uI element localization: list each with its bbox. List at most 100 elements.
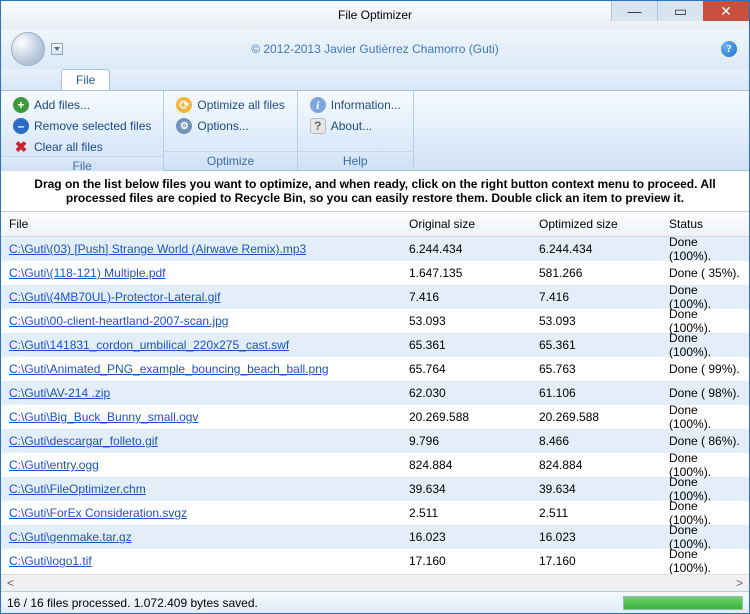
- quick-access-toolbar: © 2012-2013 Javier Gutiérrez Chamorro (G…: [1, 29, 749, 69]
- table-header[interactable]: File Original size Optimized size Status: [1, 212, 749, 237]
- file-link[interactable]: C:\Guti\genmake.tar.gz: [9, 530, 132, 544]
- file-link[interactable]: C:\Guti\(4MB70UL)-Protector-Lateral.gif: [9, 290, 220, 304]
- information-button[interactable]: iInformation...: [306, 96, 405, 114]
- cell-original: 65.361: [401, 338, 531, 352]
- table-row[interactable]: C:\Guti\141831_cordon_umbilical_220x275_…: [1, 333, 749, 357]
- table-row[interactable]: C:\Guti\entry.ogg824.884824.884Done (100…: [1, 453, 749, 477]
- file-link[interactable]: C:\Guti\descargar_folleto.gif: [9, 434, 158, 448]
- ribbon-group-file: +Add files... –Remove selected files ✖Cl…: [1, 91, 164, 170]
- col-status[interactable]: Status: [661, 217, 749, 231]
- file-link[interactable]: C:\Guti\141831_cordon_umbilical_220x275_…: [9, 338, 289, 352]
- cell-original: 53.093: [401, 314, 531, 328]
- cell-optimized: 53.093: [531, 314, 661, 328]
- file-table: File Original size Optimized size Status…: [1, 212, 749, 574]
- clear-all-button[interactable]: ✖Clear all files: [9, 138, 155, 156]
- cell-optimized: 65.763: [531, 362, 661, 376]
- x-icon: ✖: [13, 139, 29, 155]
- info-icon: i: [310, 97, 326, 113]
- gear-icon: ⚙: [176, 118, 192, 134]
- col-original-size[interactable]: Original size: [401, 217, 531, 231]
- table-row[interactable]: C:\Guti\AV-214 .zip62.03061.106Done ( 98…: [1, 381, 749, 405]
- maximize-button[interactable]: ▭: [657, 1, 703, 21]
- file-link[interactable]: C:\Guti\ForEx Consideration.svgz: [9, 506, 187, 520]
- table-row[interactable]: C:\Guti\descargar_folleto.gif 9.7968.466D…: [1, 429, 749, 453]
- titlebar[interactable]: File Optimizer — ▭ ✕: [1, 1, 749, 29]
- about-button[interactable]: ?About...: [306, 117, 405, 135]
- table-row[interactable]: C:\Guti\ForEx Consideration.svgz 2.5112.5…: [1, 501, 749, 525]
- cell-status: Done ( 98%).: [661, 386, 749, 400]
- cell-optimized: 61.106: [531, 386, 661, 400]
- cell-optimized: 65.361: [531, 338, 661, 352]
- app-orb-button[interactable]: [11, 32, 45, 66]
- group-label-optimize: Optimize: [164, 151, 296, 170]
- file-link[interactable]: C:\Guti\logo1.tif: [9, 554, 92, 568]
- file-link[interactable]: C:\Guti\(03) [Push] Strange World (Airwa…: [9, 242, 306, 256]
- file-link[interactable]: C:\Guti\Animated_PNG_example_bouncing_be…: [9, 362, 329, 376]
- progress-bar: [623, 596, 743, 610]
- table-row[interactable]: C:\Guti\00-client-heartland-2007-scan.jp…: [1, 309, 749, 333]
- cell-optimized: 17.160: [531, 554, 661, 568]
- ribbon-group-help: iInformation... ?About... Help: [298, 91, 414, 170]
- ribbon-group-optimize: ⟳Optimize all files ⚙Options... Optimize: [164, 91, 297, 170]
- cell-original: 6.244.434: [401, 242, 531, 256]
- plus-icon: +: [13, 97, 29, 113]
- table-row[interactable]: C:\Guti\Animated_PNG_example_bouncing_be…: [1, 357, 749, 381]
- table-row[interactable]: C:\Guti\FileOptimizer.chm39.63439.634Don…: [1, 477, 749, 501]
- horizontal-scrollbar[interactable]: < >: [1, 574, 749, 591]
- cell-status: Done ( 99%).: [661, 362, 749, 376]
- tab-file[interactable]: File: [61, 69, 110, 90]
- cell-optimized: 581.266: [531, 266, 661, 280]
- cell-original: 20.269.588: [401, 410, 531, 424]
- cell-optimized: 6.244.434: [531, 242, 661, 256]
- cell-optimized: 39.634: [531, 482, 661, 496]
- cell-original: 9.796: [401, 434, 531, 448]
- cell-original: 65.764: [401, 362, 531, 376]
- cell-status: Done (100%).: [661, 331, 749, 359]
- minus-icon: –: [13, 118, 29, 134]
- about-icon: ?: [310, 118, 326, 134]
- help-icon[interactable]: ?: [721, 41, 737, 57]
- cell-original: 39.634: [401, 482, 531, 496]
- scroll-left-icon[interactable]: <: [3, 576, 18, 591]
- cell-status: Done ( 86%).: [661, 434, 749, 448]
- cell-optimized: 20.269.588: [531, 410, 661, 424]
- table-row[interactable]: C:\Guti\Big_Buck_Bunny_small.ogv 20.269.5…: [1, 405, 749, 429]
- table-row[interactable]: C:\Guti\(118-121) Multiple.pdf 1.647.1355…: [1, 261, 749, 285]
- table-row[interactable]: C:\Guti\logo1.tif17.16017.160Done (100%)…: [1, 549, 749, 573]
- group-label-help: Help: [298, 151, 413, 170]
- cell-original: 824.884: [401, 458, 531, 472]
- cell-original: 1.647.135: [401, 266, 531, 280]
- quick-access-dropdown[interactable]: [51, 43, 63, 55]
- ribbon-tabs: File: [1, 69, 749, 91]
- col-optimized-size[interactable]: Optimized size: [531, 217, 661, 231]
- cell-status: Done ( 35%).: [661, 266, 749, 280]
- ribbon: +Add files... –Remove selected files ✖Cl…: [1, 91, 749, 171]
- file-link[interactable]: C:\Guti\AV-214 .zip: [9, 386, 110, 400]
- copyright-text: © 2012-2013 Javier Gutiérrez Chamorro (G…: [251, 42, 499, 56]
- file-link[interactable]: C:\Guti\FileOptimizer.chm: [9, 482, 146, 496]
- options-button[interactable]: ⚙Options...: [172, 117, 288, 135]
- add-files-button[interactable]: +Add files...: [9, 96, 155, 114]
- cell-optimized: 8.466: [531, 434, 661, 448]
- scroll-right-icon[interactable]: >: [732, 576, 747, 591]
- file-link[interactable]: C:\Guti\00-client-heartland-2007-scan.jp…: [9, 314, 228, 328]
- cell-status: Done (100%).: [661, 403, 749, 431]
- minimize-button[interactable]: —: [611, 1, 657, 21]
- remove-selected-button[interactable]: –Remove selected files: [9, 117, 155, 135]
- table-body[interactable]: C:\Guti\(03) [Push] Strange World (Airwa…: [1, 237, 749, 574]
- file-link[interactable]: C:\Guti\(118-121) Multiple.pdf: [9, 266, 166, 280]
- cell-status: Done (100%).: [661, 547, 749, 574]
- close-button[interactable]: ✕: [703, 1, 749, 21]
- file-link[interactable]: C:\Guti\Big_Buck_Bunny_small.ogv: [9, 410, 198, 424]
- cell-optimized: 2.511: [531, 506, 661, 520]
- table-row[interactable]: C:\Guti\genmake.tar.gz16.02316.023Done (…: [1, 525, 749, 549]
- optimize-all-button[interactable]: ⟳Optimize all files: [172, 96, 288, 114]
- cell-original: 7.416: [401, 290, 531, 304]
- arrow-icon: ⟳: [176, 97, 192, 113]
- file-link[interactable]: C:\Guti\entry.ogg: [9, 458, 99, 472]
- table-row[interactable]: C:\Guti\(4MB70UL)-Protector-Lateral.gif 7…: [1, 285, 749, 309]
- table-row[interactable]: C:\Guti\(03) [Push] Strange World (Airwa…: [1, 237, 749, 261]
- col-file[interactable]: File: [1, 217, 401, 231]
- cell-original: 17.160: [401, 554, 531, 568]
- cell-original: 2.511: [401, 506, 531, 520]
